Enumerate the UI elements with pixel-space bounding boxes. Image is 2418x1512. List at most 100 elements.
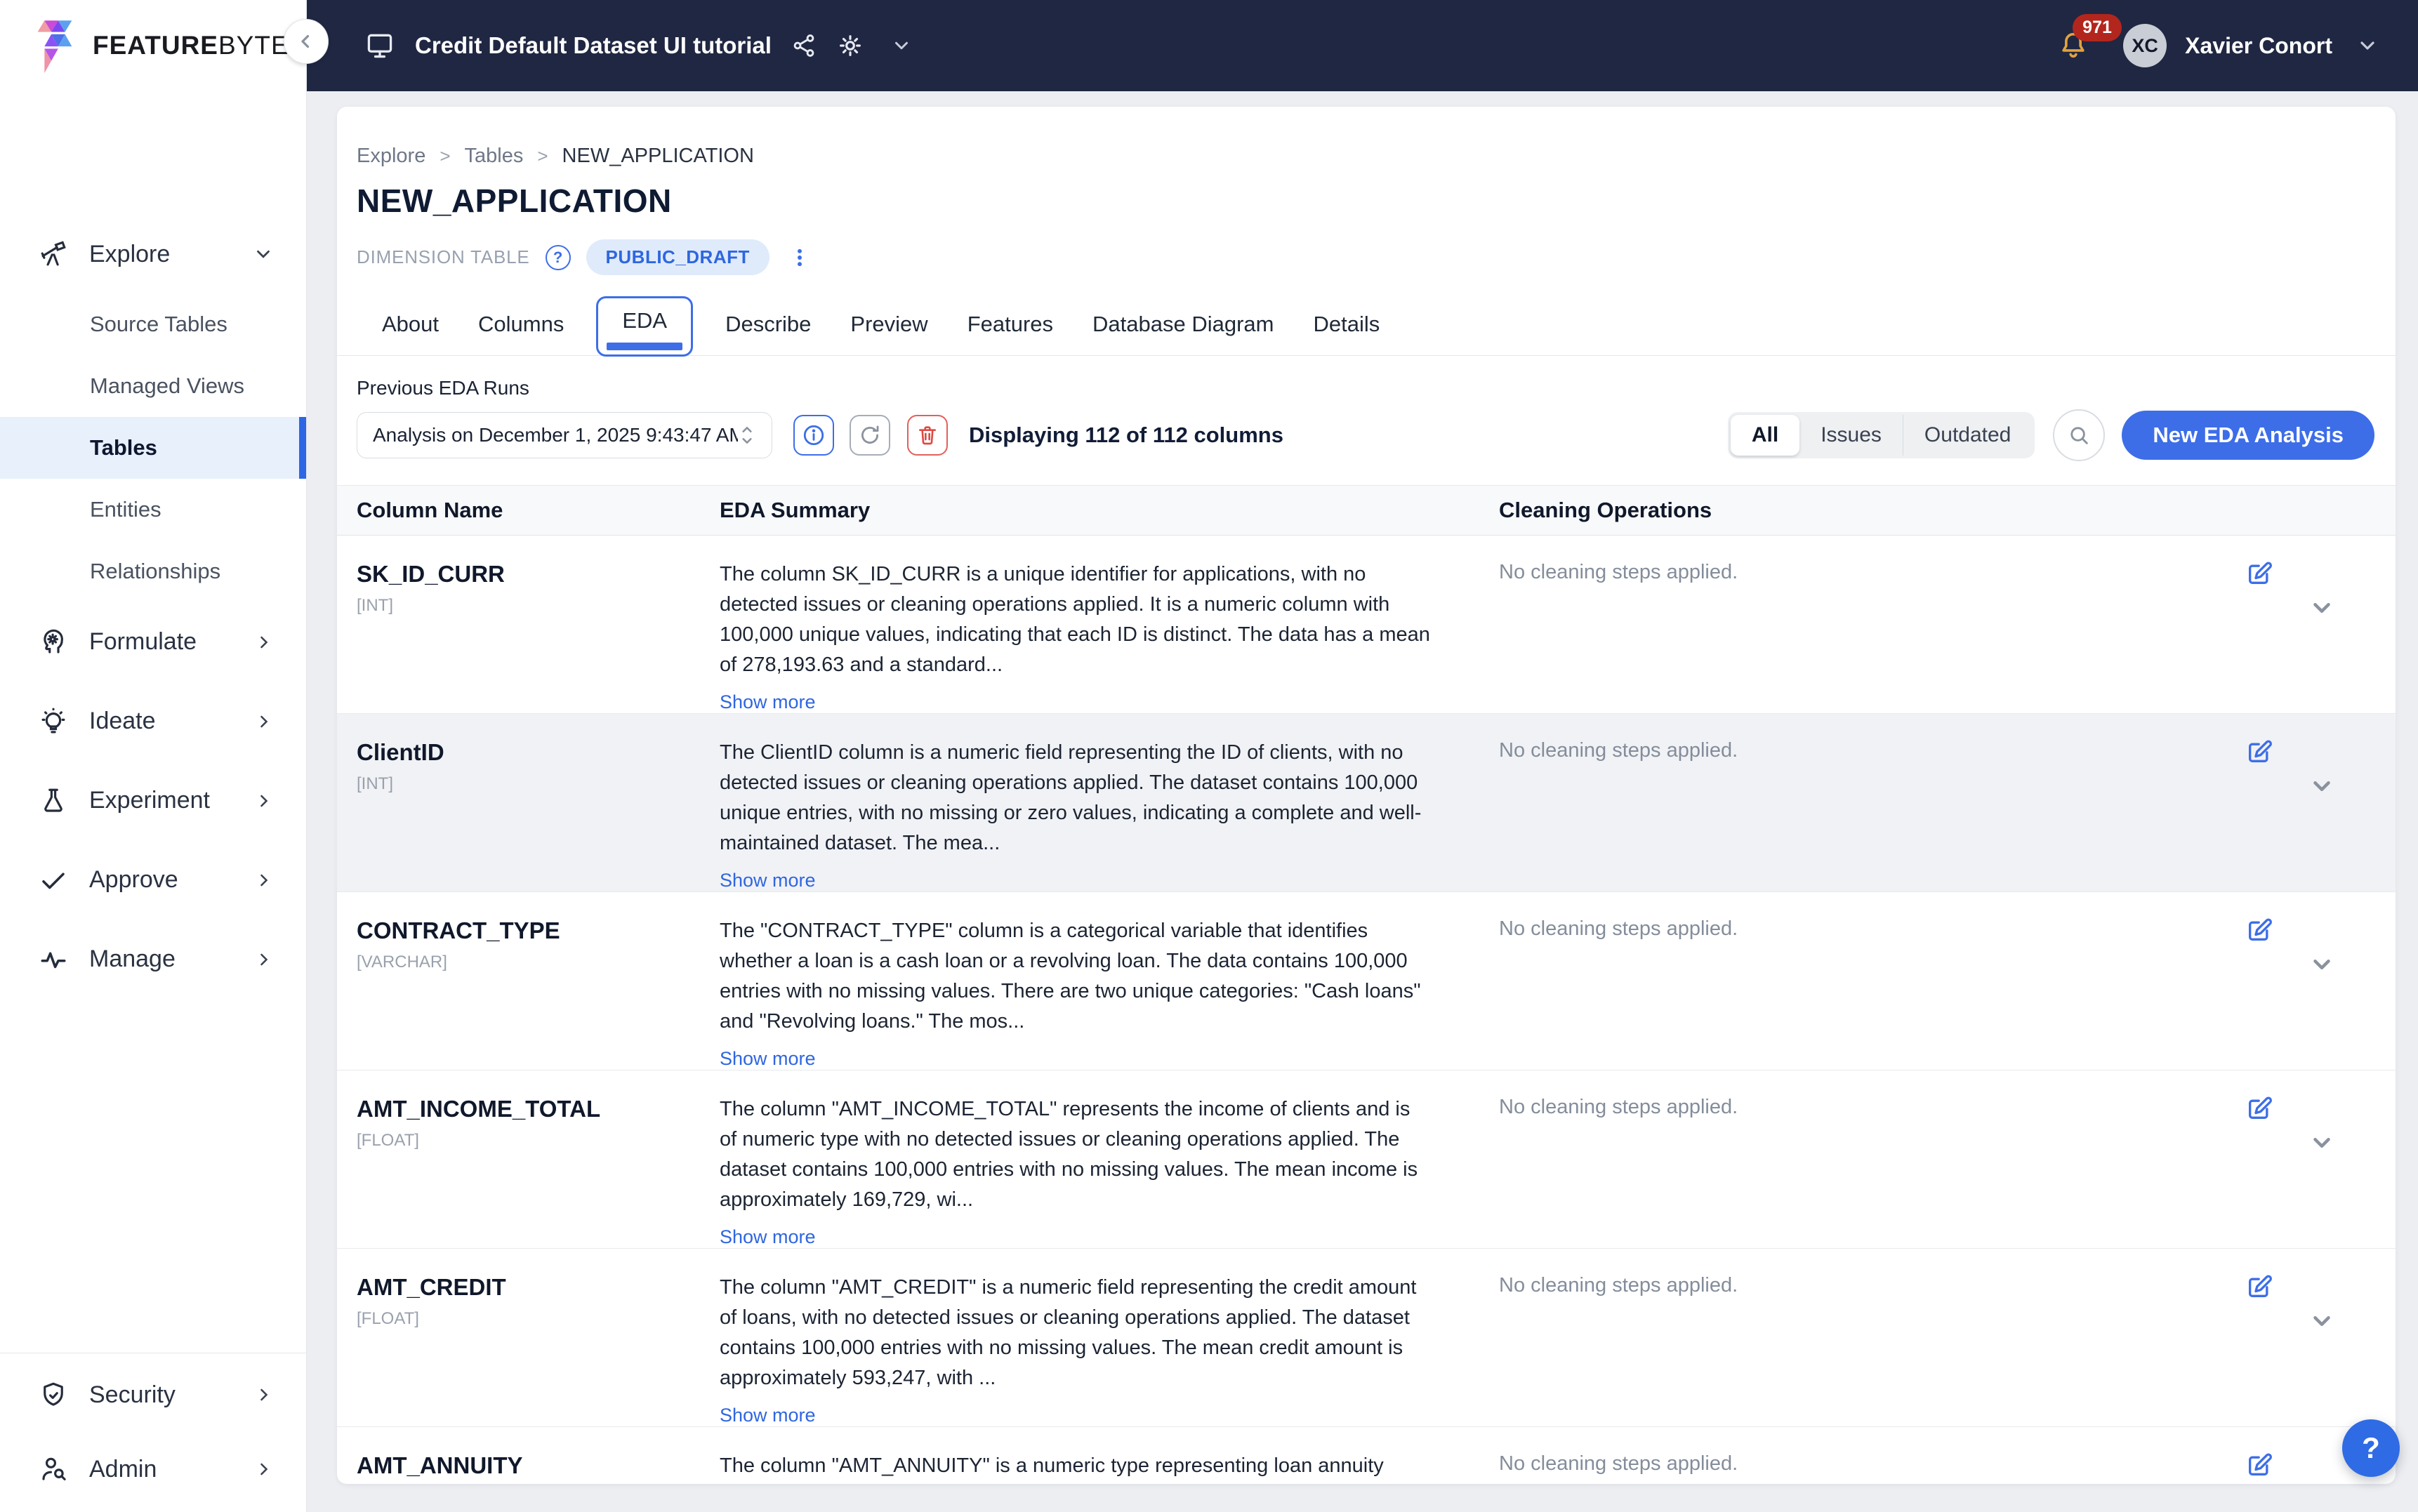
chevron-right-icon — [254, 1459, 274, 1479]
run-info-button[interactable] — [793, 415, 834, 456]
sidebar-item-manage[interactable]: Manage — [0, 920, 306, 999]
cleaning-operations-text: No cleaning steps applied. — [1499, 536, 2164, 713]
tab-preview[interactable]: Preview — [831, 302, 947, 355]
table-row: SK_ID_CURR [INT] The column SK_ID_CURR i… — [337, 536, 2396, 714]
sidebar-nav: Explore Source Tables Managed Views Tabl… — [0, 219, 306, 999]
sub-item-label: Source Tables — [90, 312, 227, 337]
tab-describe[interactable]: Describe — [706, 302, 831, 355]
avatar[interactable]: XC — [2123, 24, 2167, 67]
sidebar-item-label: Security — [89, 1381, 176, 1409]
featurebyte-logo-icon — [37, 18, 83, 73]
row-expand-chevron-icon[interactable] — [2308, 951, 2335, 978]
shield-check-icon — [39, 1380, 68, 1410]
search-button[interactable] — [2053, 409, 2105, 461]
sidebar-collapse-button[interactable] — [284, 19, 329, 64]
column-type: [INT] — [357, 774, 706, 794]
sidebar-item-approve[interactable]: Approve — [0, 840, 306, 920]
tab-details[interactable]: Details — [1294, 302, 1400, 355]
edit-icon[interactable] — [2245, 559, 2273, 588]
chevron-down-icon[interactable] — [2356, 34, 2379, 57]
main-content: Explore > Tables > NEW_APPLICATION NEW_A… — [307, 91, 2418, 1512]
row-expand-chevron-icon[interactable] — [2308, 595, 2335, 621]
show-more-link[interactable]: Show more — [720, 1048, 816, 1070]
tab-database-diagram[interactable]: Database Diagram — [1073, 302, 1293, 355]
tab-features[interactable]: Features — [948, 302, 1073, 355]
sidebar-item-relationships[interactable]: Relationships — [0, 541, 306, 602]
edit-icon[interactable] — [2245, 738, 2273, 766]
edit-icon[interactable] — [2245, 1451, 2273, 1479]
table-type-label: DIMENSION TABLE — [357, 246, 530, 268]
table-row: AMT_INCOME_TOTAL [FLOAT] The column "AMT… — [337, 1070, 2396, 1249]
table-row: ClientID [INT] The ClientID column is a … — [337, 714, 2396, 892]
eda-summary-text: The column "AMT_CREDIT" is a numeric fie… — [720, 1273, 1432, 1393]
sidebar: FEATUREBYTE Explore Source Tables Manage… — [0, 0, 307, 1512]
row-expand-chevron-icon[interactable] — [2308, 1308, 2335, 1334]
show-more-link[interactable]: Show more — [720, 1226, 816, 1248]
status-badge: PUBLIC_DRAFT — [586, 239, 769, 275]
tab-columns[interactable]: Columns — [458, 302, 583, 355]
sidebar-item-explore[interactable]: Explore — [0, 219, 306, 289]
eda-summary-text: The column "AMT_INCOME_TOTAL" represents… — [720, 1094, 1432, 1215]
sidebar-item-tables[interactable]: Tables — [0, 417, 306, 479]
chevron-down-icon[interactable] — [891, 35, 912, 56]
eda-run-selected-value: Analysis on December 1, 2025 9:43:47 AM — [373, 424, 738, 446]
refresh-run-button[interactable] — [850, 415, 890, 456]
row-expand-chevron-icon[interactable] — [2308, 773, 2335, 800]
sidebar-item-experiment[interactable]: Experiment — [0, 761, 306, 840]
sidebar-item-admin[interactable]: Admin — [0, 1432, 306, 1506]
row-expand-chevron-icon[interactable] — [2308, 1129, 2335, 1156]
sidebar-item-formulate[interactable]: Formulate — [0, 602, 306, 682]
edit-icon[interactable] — [2245, 916, 2273, 944]
eda-summary-text: The ClientID column is a numeric field r… — [720, 738, 1432, 858]
column-type: [VARCHAR] — [357, 953, 706, 972]
filter-segmented-control: All Issues Outdated — [1728, 412, 2035, 458]
table-meta-row: DIMENSION TABLE ? PUBLIC_DRAFT — [357, 239, 2374, 275]
sidebar-item-ideate[interactable]: Ideate — [0, 682, 306, 761]
kebab-menu-icon[interactable] — [788, 246, 812, 270]
chevron-right-icon — [254, 870, 274, 890]
sidebar-item-label: Admin — [89, 1456, 157, 1483]
sidebar-item-entities[interactable]: Entities — [0, 479, 306, 541]
new-eda-analysis-button[interactable]: New EDA Analysis — [2122, 411, 2374, 460]
project-title: Credit Default Dataset UI tutorial — [415, 32, 772, 59]
sidebar-bottom: Security Admin — [0, 1353, 306, 1506]
check-icon — [39, 866, 68, 895]
column-type: [INT] — [357, 596, 706, 616]
share-icon[interactable] — [791, 33, 817, 58]
sidebar-item-label: Experiment — [89, 787, 210, 814]
table-row: AMT_CREDIT [FLOAT] The column "AMT_CREDI… — [337, 1249, 2396, 1427]
previous-eda-runs-label: Previous EDA Runs — [357, 377, 2374, 399]
sidebar-item-source-tables[interactable]: Source Tables — [0, 293, 306, 355]
lightbulb-icon — [39, 707, 68, 736]
chevron-right-icon — [254, 950, 274, 969]
project-switcher: Credit Default Dataset UI tutorial — [364, 30, 912, 61]
show-more-link[interactable]: Show more — [720, 691, 816, 713]
notifications-button[interactable]: 971 — [2057, 29, 2089, 62]
filter-all[interactable]: All — [1731, 415, 1799, 456]
help-fab-button[interactable]: ? — [2342, 1419, 2400, 1477]
tab-eda[interactable]: EDA — [596, 296, 693, 357]
breadcrumb: Explore > Tables > NEW_APPLICATION — [357, 145, 2374, 168]
filter-outdated[interactable]: Outdated — [1903, 415, 2032, 456]
sidebar-item-label: Manage — [89, 946, 176, 973]
sidebar-item-security[interactable]: Security — [0, 1358, 306, 1432]
top-header: Credit Default Dataset UI tutorial — [307, 0, 2418, 91]
show-more-link[interactable]: Show more — [720, 870, 816, 891]
sub-item-label: Entities — [90, 497, 161, 522]
breadcrumb-separator: > — [440, 145, 450, 167]
filter-issues[interactable]: Issues — [1799, 415, 1903, 456]
delete-run-button[interactable] — [907, 415, 948, 456]
sidebar-item-managed-views[interactable]: Managed Views — [0, 355, 306, 417]
breadcrumb-explore[interactable]: Explore — [357, 145, 425, 168]
column-type: [FLOAT] — [357, 1309, 706, 1329]
header-column-name: Column Name — [337, 498, 720, 523]
gear-icon[interactable] — [836, 32, 864, 60]
tab-about[interactable]: About — [362, 302, 458, 355]
breadcrumb-tables[interactable]: Tables — [465, 145, 524, 168]
show-more-link[interactable]: Show more — [720, 1405, 816, 1426]
brand-logo[interactable]: FEATUREBYTE — [0, 0, 306, 91]
help-circle-icon[interactable]: ? — [546, 245, 571, 270]
edit-icon[interactable] — [2245, 1273, 2273, 1301]
eda-run-select[interactable]: Analysis on December 1, 2025 9:43:47 AM — [357, 412, 772, 458]
edit-icon[interactable] — [2245, 1094, 2273, 1122]
